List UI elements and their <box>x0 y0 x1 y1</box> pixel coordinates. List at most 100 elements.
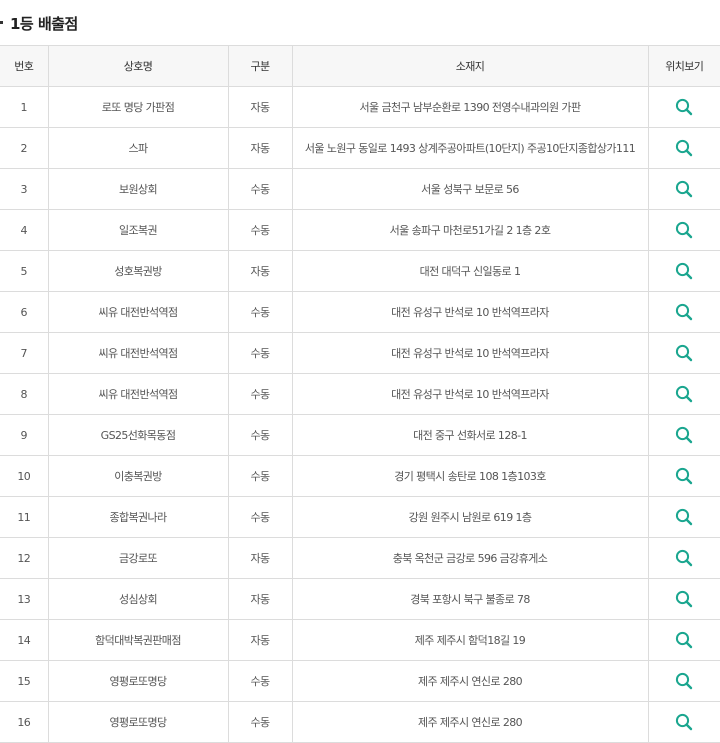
store-name: 보원상회 <box>47 168 229 210</box>
search-icon <box>672 669 696 693</box>
view-location-button[interactable] <box>672 587 696 611</box>
location-cell <box>647 619 720 661</box>
row-number: 3 <box>0 168 49 210</box>
purchase-type: 수동 <box>227 168 293 210</box>
store-name: 성심상회 <box>47 578 229 620</box>
row-number: 6 <box>0 291 49 333</box>
purchase-type: 수동 <box>227 660 293 702</box>
store-address: 대전 대덕구 신일동로 1 <box>291 250 649 292</box>
winning-stores-table: 번호 상호명 구분 소재지 위치보기 1 로또 명당 가판점 자동 서울 금천구 남부… <box>0 45 720 743</box>
column-header-store-name: 상호명 <box>47 45 229 87</box>
store-name: 씨유 대전반석역점 <box>47 291 229 333</box>
row-number: 15 <box>0 660 49 702</box>
table-row: 3 보원상회 수동 서울 성북구 보문로 56 <box>0 168 720 210</box>
search-icon <box>672 464 696 488</box>
store-address: 제주 제주시 연신로 280 <box>291 660 649 702</box>
store-name: 스파 <box>47 127 229 169</box>
store-name: 이충복권방 <box>47 455 229 497</box>
table-row: 4 일조복권 수동 서울 송파구 마천로51가길 2 1층 2호 <box>0 209 720 251</box>
location-cell <box>647 291 720 333</box>
row-number: 13 <box>0 578 49 620</box>
store-address: 대전 유성구 반석로 10 반석역프라자 <box>291 332 649 374</box>
store-address: 서울 금천구 남부순환로 1390 전영수내과의원 가판 <box>291 86 649 128</box>
store-name: 일조복권 <box>47 209 229 251</box>
view-location-button[interactable] <box>672 628 696 652</box>
store-address: 강원 원주시 남원로 619 1층 <box>291 496 649 538</box>
search-icon <box>672 423 696 447</box>
store-address: 경북 포항시 북구 불종로 78 <box>291 578 649 620</box>
location-cell <box>647 578 720 620</box>
view-location-button[interactable] <box>672 669 696 693</box>
search-icon <box>672 382 696 406</box>
store-address: 제주 제주시 연신로 280 <box>291 701 649 743</box>
view-location-button[interactable] <box>672 341 696 365</box>
location-cell <box>647 250 720 292</box>
location-cell <box>647 86 720 128</box>
store-address: 대전 중구 선화서로 128-1 <box>291 414 649 456</box>
view-location-button[interactable] <box>672 259 696 283</box>
location-cell <box>647 373 720 415</box>
purchase-type: 자동 <box>227 578 293 620</box>
search-icon <box>672 546 696 570</box>
row-number: 7 <box>0 332 49 374</box>
column-header-location: 위치보기 <box>647 45 720 87</box>
table-row: 16 영평로또명당 수동 제주 제주시 연신로 280 <box>0 701 720 743</box>
store-name: 로또 명당 가판점 <box>47 86 229 128</box>
view-location-button[interactable] <box>672 300 696 324</box>
store-address: 서울 성북구 보문로 56 <box>291 168 649 210</box>
location-cell <box>647 127 720 169</box>
store-name: 함덕대박복권판매점 <box>47 619 229 661</box>
view-location-button[interactable] <box>672 546 696 570</box>
purchase-type: 자동 <box>227 619 293 661</box>
table-row: 7 씨유 대전반석역점 수동 대전 유성구 반석로 10 반석역프라자 <box>0 332 720 374</box>
store-name: 씨유 대전반석역점 <box>47 332 229 374</box>
store-address: 대전 유성구 반석로 10 반석역프라자 <box>291 373 649 415</box>
view-location-button[interactable] <box>672 710 696 734</box>
purchase-type: 자동 <box>227 86 293 128</box>
location-cell <box>647 537 720 579</box>
table-row: 9 GS25선화목동점 수동 대전 중구 선화서로 128-1 <box>0 414 720 456</box>
column-header-address: 소재지 <box>291 45 649 87</box>
view-location-button[interactable] <box>672 423 696 447</box>
view-location-button[interactable] <box>672 177 696 201</box>
search-icon <box>672 218 696 242</box>
store-name: GS25선화목동점 <box>47 414 229 456</box>
location-cell <box>647 168 720 210</box>
store-name: 영평로또명당 <box>47 701 229 743</box>
column-header-type: 구분 <box>227 45 293 87</box>
store-address: 서울 송파구 마천로51가길 2 1층 2호 <box>291 209 649 251</box>
row-number: 12 <box>0 537 49 579</box>
bullet-icon <box>0 21 3 24</box>
row-number: 10 <box>0 455 49 497</box>
search-icon <box>672 341 696 365</box>
store-address: 대전 유성구 반석로 10 반석역프라자 <box>291 291 649 333</box>
search-icon <box>672 259 696 283</box>
search-icon <box>672 628 696 652</box>
table-row: 5 성호복권방 자동 대전 대덕구 신일동로 1 <box>0 250 720 292</box>
store-address: 경기 평택시 송탄로 108 1층103호 <box>291 455 649 497</box>
purchase-type: 수동 <box>227 209 293 251</box>
view-location-button[interactable] <box>672 505 696 529</box>
row-number: 5 <box>0 250 49 292</box>
table-header-row: 번호 상호명 구분 소재지 위치보기 <box>0 45 720 87</box>
row-number: 8 <box>0 373 49 415</box>
table-row: 1 로또 명당 가판점 자동 서울 금천구 남부순환로 1390 전영수내과의원 가판 <box>0 86 720 128</box>
search-icon <box>672 505 696 529</box>
view-location-button[interactable] <box>672 95 696 119</box>
location-cell <box>647 660 720 702</box>
search-icon <box>672 710 696 734</box>
view-location-button[interactable] <box>672 136 696 160</box>
table-row: 6 씨유 대전반석역점 수동 대전 유성구 반석로 10 반석역프라자 <box>0 291 720 333</box>
view-location-button[interactable] <box>672 218 696 242</box>
location-cell <box>647 209 720 251</box>
row-number: 2 <box>0 127 49 169</box>
view-location-button[interactable] <box>672 382 696 406</box>
location-cell <box>647 332 720 374</box>
purchase-type: 수동 <box>227 414 293 456</box>
purchase-type: 수동 <box>227 701 293 743</box>
table-row: 14 함덕대박복권판매점 자동 제주 제주시 함덕18길 19 <box>0 619 720 661</box>
location-cell <box>647 455 720 497</box>
view-location-button[interactable] <box>672 464 696 488</box>
search-icon <box>672 300 696 324</box>
purchase-type: 수동 <box>227 332 293 374</box>
